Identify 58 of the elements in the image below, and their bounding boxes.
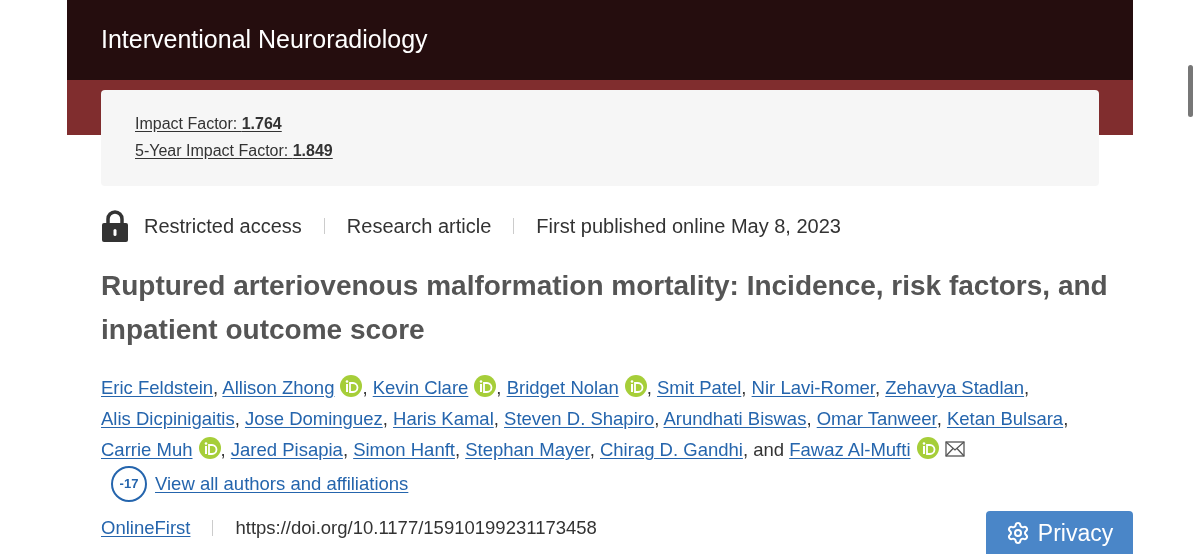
article-type: Research article	[346, 214, 492, 239]
separator-text: ,	[1063, 408, 1069, 429]
settings-icon	[1005, 521, 1030, 545]
author-link[interactable]: Chirag D. Gandhi	[599, 439, 743, 460]
author-link[interactable]: Jose Dominguez	[244, 408, 383, 429]
author-link[interactable]: Arundhati Biswas	[663, 408, 807, 429]
doi-text: https://doi.org/10.1177/15910199231173458	[235, 516, 597, 540]
scrollbar-thumb[interactable]	[1188, 65, 1193, 117]
author-link[interactable]: Eric Feldstein	[101, 377, 214, 398]
separator-text: ,	[742, 439, 749, 460]
author-link[interactable]: Steven D. Shapiro	[504, 408, 655, 429]
publication-date: First published online May 8, 2023	[536, 214, 841, 239]
separator-text: ,	[654, 408, 660, 429]
author-link[interactable]: Kevin Clare	[372, 377, 469, 398]
separator-text: ,	[493, 408, 499, 429]
orcid-icon[interactable]	[624, 375, 647, 397]
author-link[interactable]: Ketan Bulsara	[946, 408, 1064, 429]
separator-text: ,	[454, 439, 461, 460]
impact-factor-link[interactable]: Impact Factor: 1.764	[135, 112, 282, 136]
author-link[interactable]: Smit Patel	[657, 377, 742, 398]
separator-text: ,	[806, 408, 812, 429]
author-link[interactable]: Nir Lavi-Romer	[751, 377, 875, 398]
conjunction-text: and	[753, 439, 786, 460]
issue-link[interactable]: OnlineFirst	[101, 514, 191, 542]
author-link[interactable]: Fawaz Al-Mufti	[789, 439, 911, 460]
lock-icon	[101, 210, 129, 242]
separator-text: ,	[220, 439, 226, 460]
author-link[interactable]: Haris Kamal	[393, 408, 494, 429]
author-link[interactable]: Alis Dicpinigaitis	[101, 408, 235, 429]
envelope-icon[interactable]	[944, 441, 965, 457]
access-label: Restricted access	[144, 214, 302, 239]
journal-title[interactable]: Interventional Neuroradiology	[101, 21, 428, 59]
orcid-icon[interactable]	[474, 375, 497, 397]
author-link[interactable]: Omar Tanweer	[816, 408, 937, 429]
view-all-authors-link[interactable]: View all authors and affiliations	[155, 470, 409, 498]
separator-text: ,	[362, 377, 368, 398]
separator-text: ,	[234, 408, 240, 429]
orcid-icon[interactable]	[340, 375, 363, 397]
author-link[interactable]: Allison Zhong	[222, 377, 335, 398]
separator-text: ,	[342, 439, 348, 460]
separator-text: ,	[646, 377, 652, 398]
author-link[interactable]: Zehavya Stadlan	[885, 377, 1025, 398]
impact-factor-link[interactable]: 5-Year Impact Factor: 1.849	[135, 139, 333, 163]
orcid-icon[interactable]	[916, 437, 939, 459]
privacy-button[interactable]: Privacy	[986, 511, 1133, 554]
article-title: Ruptured arteriovenous malformation mortality: Incidence, risk factors, and inpatient outcome score	[101, 269, 1109, 347]
author-link[interactable]: Bridget Nolan	[506, 377, 619, 398]
author-link[interactable]: Carrie Muh	[101, 439, 193, 460]
orcid-icon[interactable]	[198, 437, 221, 459]
separator-text: ,	[1024, 377, 1030, 398]
separator-text: ,	[496, 377, 502, 398]
author-link[interactable]: Stephan Mayer	[465, 439, 590, 460]
author-link[interactable]: Jared Pisapia	[230, 439, 343, 460]
author-link[interactable]: Simon Hanft	[353, 439, 455, 460]
separator-text: ,	[213, 377, 219, 398]
separator-text: ,	[382, 408, 388, 429]
separator-text: ,	[741, 377, 747, 398]
count-badge: -17	[111, 466, 147, 502]
